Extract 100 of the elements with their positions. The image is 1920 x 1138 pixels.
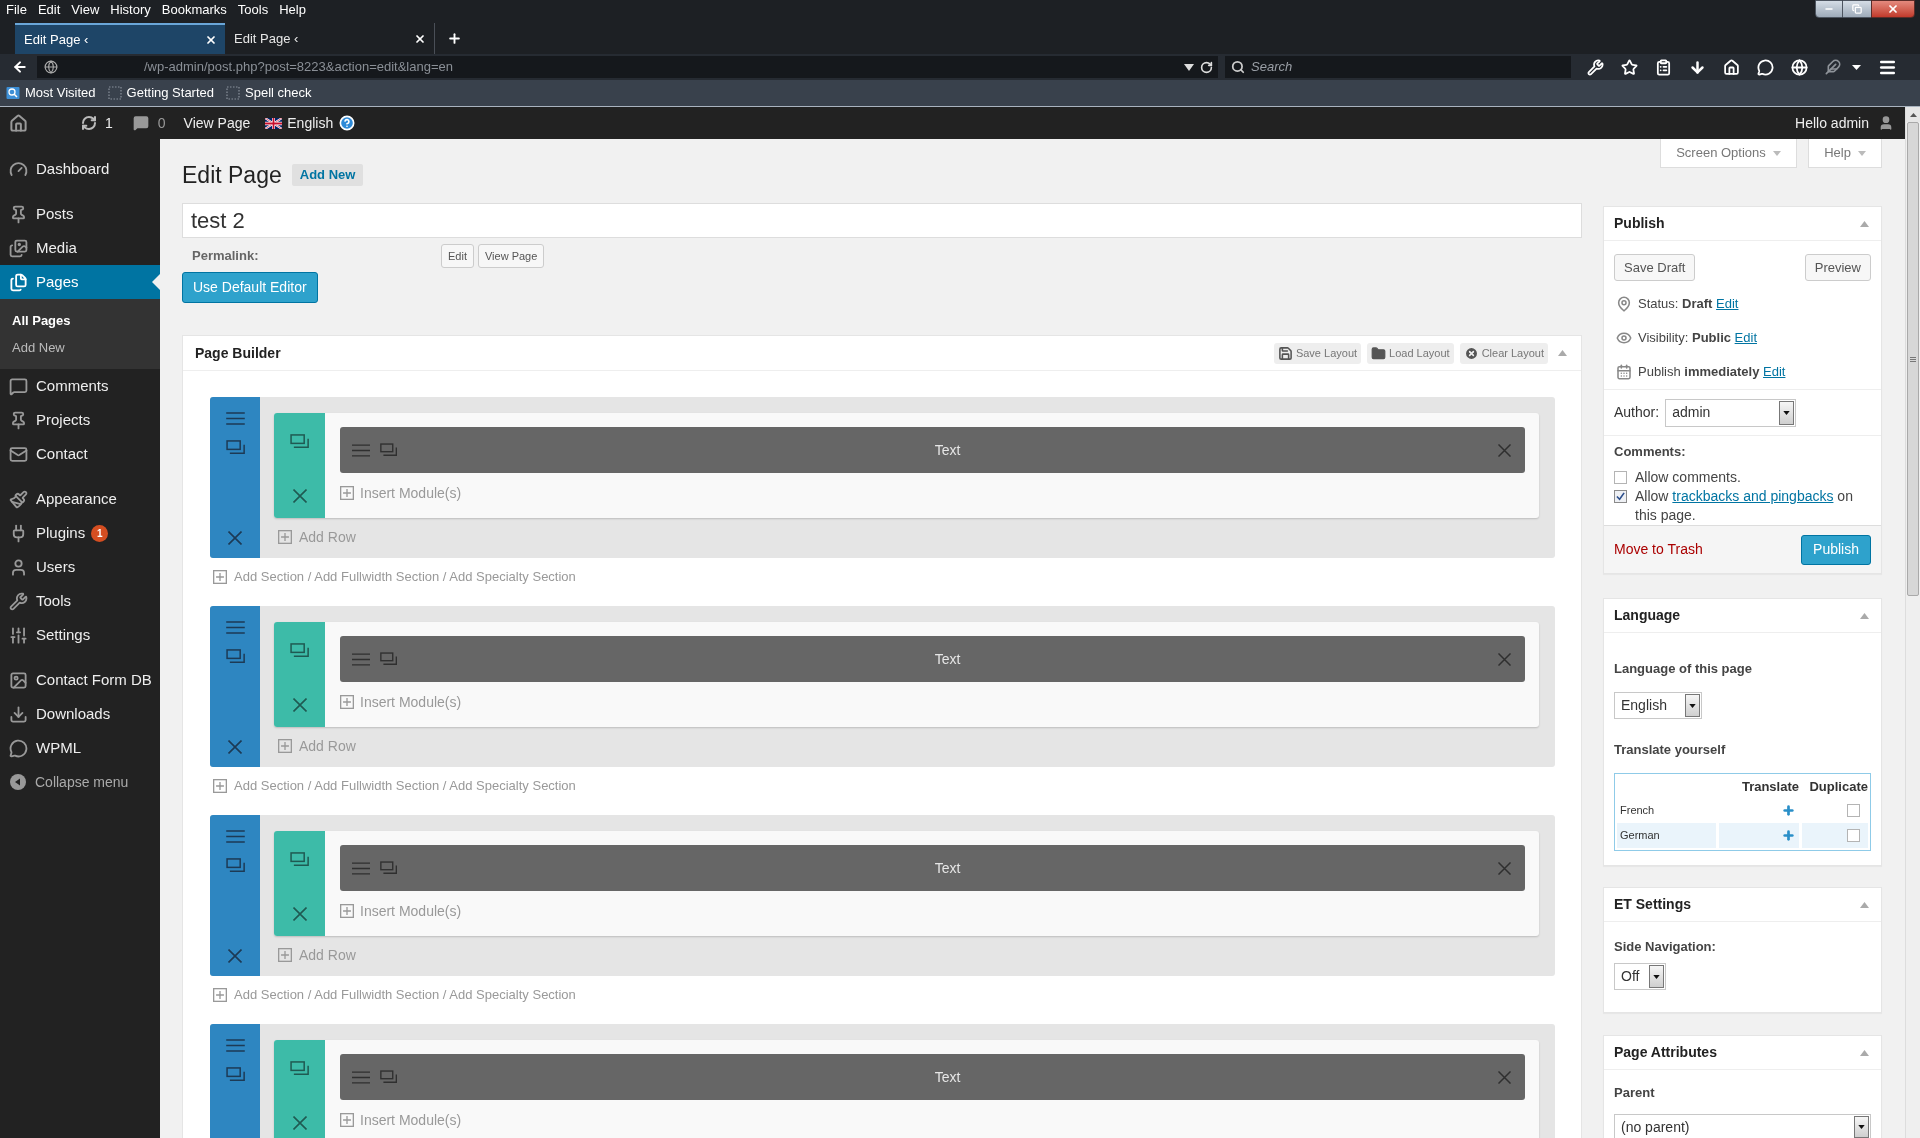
plus-icon[interactable] — [447, 31, 462, 46]
sidebar-item[interactable]: Settings — [0, 618, 160, 652]
comments-link[interactable]: 0 — [132, 112, 166, 134]
plus-box-icon[interactable] — [278, 530, 292, 544]
module-bar[interactable]: Text — [340, 427, 1525, 473]
checkbox[interactable] — [1614, 490, 1627, 503]
dotted-square-icon[interactable] — [107, 86, 122, 100]
parent-select[interactable]: (no parent) — [1614, 1114, 1871, 1138]
sidebar-item[interactable]: Users — [0, 550, 160, 584]
layout-button[interactable]: Load Layout — [1367, 342, 1454, 364]
hamburger-icon[interactable] — [352, 861, 370, 875]
caret-up-icon[interactable] — [1860, 1049, 1869, 1056]
plus-box-icon[interactable] — [340, 904, 354, 918]
caret-up-icon[interactable] — [1558, 350, 1567, 356]
caret-up-icon[interactable] — [1860, 220, 1869, 227]
search-field[interactable]: Search — [1225, 56, 1571, 78]
menu-item[interactable]: File — [6, 2, 27, 18]
sidebar-item[interactable]: Contact — [0, 437, 160, 471]
permalink-button[interactable]: View Page — [477, 244, 545, 268]
plus-box-icon[interactable] — [340, 695, 354, 709]
hamburger-icon[interactable] — [352, 652, 370, 666]
clipboard-icon[interactable] — [1655, 58, 1672, 76]
plus-box-icon[interactable] — [213, 779, 227, 793]
duplicate-icon[interactable] — [290, 643, 309, 658]
author-select[interactable]: admin — [1665, 398, 1797, 427]
duplicate-icon[interactable] — [380, 861, 397, 875]
caret-down-icon[interactable] — [1852, 64, 1861, 70]
sidebar-item[interactable]: Posts — [0, 197, 160, 231]
screen-options-button[interactable]: Screen Options — [1660, 139, 1797, 168]
duplicate-icon[interactable] — [225, 649, 245, 664]
duplicate-icon[interactable] — [225, 440, 245, 455]
hamburger-icon[interactable] — [352, 1070, 370, 1084]
duplicate-icon[interactable] — [380, 652, 397, 666]
plus-box-icon[interactable] — [213, 988, 227, 1002]
side-navigation-select[interactable]: Off — [1614, 963, 1666, 990]
sidebar-item[interactable]: WPML — [0, 731, 160, 765]
hamburger-icon[interactable] — [225, 830, 245, 843]
minimize-button[interactable] — [1815, 0, 1843, 18]
scrollbar-thumb[interactable] — [1907, 122, 1919, 596]
title-input[interactable]: test 2 — [182, 203, 1582, 238]
caret-down-icon[interactable] — [1184, 63, 1194, 71]
sidebar-item[interactable]: Dashboard — [0, 152, 160, 186]
updates-link[interactable]: 1 — [81, 112, 113, 134]
checkbox[interactable] — [1847, 829, 1860, 842]
checkbox[interactable] — [1614, 471, 1627, 484]
plus-box-icon[interactable] — [340, 486, 354, 500]
menu-item[interactable]: Edit — [37, 2, 61, 18]
edit-link[interactable]: Edit — [1716, 296, 1739, 312]
close-icon[interactable] — [414, 32, 426, 45]
plus-box-icon[interactable] — [340, 1113, 354, 1127]
help-button[interactable]: Help — [1808, 139, 1882, 168]
language-switcher[interactable]: English — [265, 112, 334, 134]
home-icon[interactable] — [9, 113, 28, 133]
sidebar-item[interactable]: Contact Form DB — [0, 663, 160, 697]
language-select[interactable]: English — [1614, 692, 1702, 719]
duplicate-icon[interactable] — [290, 434, 309, 449]
caret-up-icon[interactable] — [1860, 901, 1869, 908]
menu-item[interactable]: Tools — [237, 2, 269, 18]
dotted-square-icon[interactable] — [226, 86, 241, 100]
module-bar[interactable]: Text — [340, 1054, 1525, 1100]
bookmark-link[interactable]: Most Visited — [6, 83, 96, 103]
sidebar-item[interactable]: Projects — [0, 403, 160, 437]
move-to-trash-link[interactable]: Move to Trash — [1614, 539, 1703, 560]
hamburger-icon[interactable] — [352, 443, 370, 457]
view-page-link[interactable]: View Page — [183, 112, 251, 134]
close-icon[interactable] — [205, 33, 217, 46]
duplicate-icon[interactable] — [290, 852, 309, 867]
save-draft-button[interactable]: Save Draft — [1614, 254, 1696, 281]
globe-icon[interactable] — [1791, 58, 1808, 76]
checkbox[interactable] — [1847, 804, 1860, 817]
plus-box-icon[interactable] — [278, 739, 292, 753]
duplicate-icon[interactable] — [380, 443, 397, 457]
preview-button[interactable]: Preview — [1804, 254, 1871, 281]
menu-item[interactable]: View — [71, 2, 100, 18]
address-field[interactable]: /wp-admin/post.php?post=8223&action=edit&lang=en — [37, 56, 1218, 78]
submenu-item[interactable]: Add New — [0, 334, 160, 361]
duplicate-icon[interactable] — [225, 1067, 245, 1082]
module-bar[interactable]: Text — [340, 636, 1525, 682]
bookmark-link[interactable]: Getting Started — [107, 83, 215, 103]
account-menu[interactable]: Hello admin — [1795, 112, 1894, 134]
reload-icon[interactable] — [1200, 60, 1213, 74]
sidebar-item[interactable]: Downloads — [0, 697, 160, 731]
menu-item[interactable]: Bookmarks — [161, 2, 227, 18]
wrench-icon[interactable] — [1587, 58, 1604, 76]
sidebar-item[interactable]: Comments — [0, 369, 160, 403]
edit-link[interactable]: Edit — [1734, 330, 1757, 346]
sidebar-item[interactable]: Pages — [0, 265, 160, 299]
menu-item[interactable]: History — [110, 2, 151, 18]
collapse-menu-button[interactable]: Collapse menu — [0, 765, 160, 799]
duplicate-icon[interactable] — [290, 1061, 309, 1076]
restore-button[interactable] — [1843, 0, 1871, 18]
speech-bubble-icon[interactable] — [1757, 58, 1774, 76]
sidebar-item[interactable]: Appearance — [0, 482, 160, 516]
star-icon[interactable] — [1621, 58, 1638, 76]
close-window-button[interactable] — [1871, 0, 1915, 18]
edit-link[interactable]: Edit — [1763, 364, 1786, 380]
layout-button[interactable]: Save Layout — [1273, 342, 1362, 364]
magnifier-icon[interactable] — [6, 86, 20, 100]
plus-box-icon[interactable] — [213, 570, 227, 584]
sidebar-item[interactable]: Tools — [0, 584, 160, 618]
